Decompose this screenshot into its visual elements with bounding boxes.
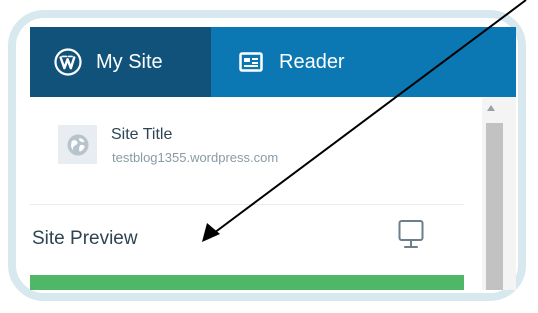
reader-icon	[239, 52, 263, 72]
scroll-thumb[interactable]	[486, 123, 503, 290]
tab-label-my-site: My Site	[96, 50, 163, 73]
site-sidebar: Site Title testblog1355.wordpress.com Si…	[30, 97, 464, 290]
selected-item-highlight	[30, 275, 464, 290]
tab-label-reader: Reader	[279, 50, 345, 73]
site-url: testblog1355.wordpress.com	[112, 150, 279, 165]
wordpress-icon	[54, 48, 82, 76]
scroll-up-icon[interactable]	[484, 102, 498, 114]
top-navigation: My Site Reader	[30, 27, 516, 97]
scroll-track-spacer	[464, 97, 482, 290]
tab-reader[interactable]: Reader	[211, 27, 516, 97]
tab-my-site[interactable]: My Site	[30, 27, 211, 97]
monitor-icon	[398, 220, 424, 248]
site-preview-label: Site Preview	[32, 228, 138, 249]
screenshot-stage: My Site Reader Site Title testblog1355.w…	[0, 0, 538, 313]
globe-icon	[58, 125, 97, 164]
vertical-scrollbar[interactable]	[464, 97, 516, 290]
current-site-card[interactable]: Site Title testblog1355.wordpress.com	[30, 97, 464, 205]
site-title: Site Title	[111, 126, 173, 143]
wordpress-panel: My Site Reader Site Title testblog1355.w…	[30, 27, 516, 290]
site-preview-row[interactable]: Site Preview	[30, 205, 464, 275]
